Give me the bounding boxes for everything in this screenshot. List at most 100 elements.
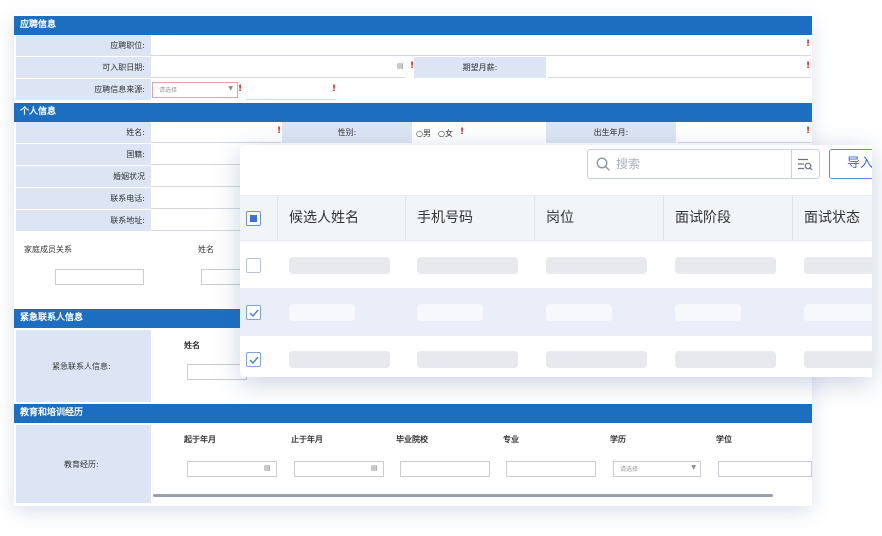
edu-end-date-input[interactable]: ▤ bbox=[294, 461, 384, 477]
edu-header-start: 起于年月 bbox=[184, 435, 216, 444]
table-row[interactable] bbox=[240, 336, 872, 377]
placeholder-cell bbox=[289, 351, 390, 368]
edu-education-select[interactable]: 请选择 ▼ bbox=[613, 461, 701, 477]
chevron-down-icon: ▼ bbox=[691, 464, 696, 471]
column-header-stage[interactable]: 面试阶段 bbox=[663, 196, 792, 240]
source-select[interactable]: 请选择 ▼ bbox=[152, 82, 238, 98]
placeholder-cell bbox=[417, 351, 518, 368]
search-input[interactable] bbox=[616, 155, 786, 173]
checkbox-check-icon bbox=[249, 356, 259, 365]
checkbox-check-icon bbox=[249, 309, 259, 318]
placeholder-cell bbox=[675, 257, 776, 274]
family-relation-header: 家庭成员关系 bbox=[24, 245, 72, 254]
phone-field[interactable] bbox=[151, 208, 251, 209]
education-label: 教育经历: bbox=[64, 460, 99, 469]
expected-salary-field[interactable] bbox=[548, 77, 811, 78]
required-mark: ! bbox=[806, 61, 811, 71]
section-header-personal: 个人信息 bbox=[14, 103, 812, 122]
gender-radio-female[interactable]: ○女 bbox=[438, 128, 453, 139]
start-date-label: 可入职日期: bbox=[16, 57, 151, 78]
filter-search-icon[interactable] bbox=[797, 156, 813, 172]
placeholder-cell bbox=[675, 351, 776, 368]
emergency-name-header: 姓名 bbox=[184, 341, 200, 350]
name-label: 姓名: bbox=[16, 122, 151, 143]
name-field[interactable] bbox=[151, 142, 281, 143]
table-row[interactable] bbox=[240, 289, 872, 336]
emergency-label: 紧急联系人信息: bbox=[52, 362, 111, 371]
phone-label: 联系电话: bbox=[16, 188, 151, 209]
column-header-position[interactable]: 岗位 bbox=[534, 196, 663, 240]
column-header-phone[interactable]: 手机号码 bbox=[405, 196, 534, 240]
birth-label: 出生年月: bbox=[546, 122, 676, 143]
table-header-row: 候选人姓名 手机号码 岗位 面试阶段 面试状态 bbox=[240, 195, 872, 241]
select-all-checkbox[interactable] bbox=[246, 211, 261, 226]
start-date-field[interactable] bbox=[151, 77, 405, 78]
nationality-field[interactable] bbox=[151, 164, 251, 165]
edu-header-degree: 学位 bbox=[716, 435, 732, 444]
row-checkbox[interactable] bbox=[246, 352, 261, 367]
required-mark: ! bbox=[238, 84, 243, 94]
section-header-application: 应聘信息 bbox=[14, 16, 812, 35]
chevron-down-icon: ▼ bbox=[228, 85, 233, 92]
source-underline bbox=[246, 99, 336, 100]
placeholder-cell bbox=[417, 304, 483, 321]
edu-education-placeholder: 请选择 bbox=[620, 466, 639, 473]
calendar-icon[interactable]: ▤ bbox=[264, 464, 271, 472]
family-name-input[interactable] bbox=[201, 269, 241, 285]
required-mark: ! bbox=[332, 84, 337, 94]
edu-school-input[interactable] bbox=[400, 461, 490, 477]
edu-header-school: 毕业院校 bbox=[396, 435, 428, 444]
gender-label: 性别: bbox=[282, 122, 412, 143]
placeholder-cell bbox=[289, 257, 390, 274]
placeholder-cell bbox=[546, 351, 647, 368]
search-box[interactable] bbox=[587, 149, 820, 179]
edu-header-end: 止于年月 bbox=[291, 435, 323, 444]
placeholder-cell bbox=[804, 304, 872, 321]
calendar-icon[interactable]: ▤ bbox=[397, 62, 404, 70]
marital-label: 婚姻状况 bbox=[16, 166, 151, 187]
table-row[interactable] bbox=[240, 242, 872, 289]
source-select-placeholder: 请选择 bbox=[159, 87, 178, 94]
edu-degree-input[interactable] bbox=[718, 461, 812, 477]
row-checkbox[interactable] bbox=[246, 305, 261, 320]
row-checkbox[interactable] bbox=[246, 258, 261, 273]
placeholder-cell bbox=[289, 304, 355, 321]
source-label: 应聘信息来源: bbox=[16, 79, 151, 100]
marital-field[interactable] bbox=[151, 186, 251, 187]
search-icon bbox=[596, 157, 610, 171]
placeholder-cell bbox=[804, 257, 872, 274]
section-header-education: 教育和培训经历 bbox=[14, 404, 812, 423]
calendar-icon[interactable]: ▤ bbox=[371, 464, 378, 472]
position-field[interactable] bbox=[151, 55, 811, 56]
required-mark: ! bbox=[806, 39, 811, 49]
nationality-label: 国籍: bbox=[16, 144, 151, 165]
edu-header-major: 专业 bbox=[503, 435, 519, 444]
horizontal-scrollbar[interactable] bbox=[153, 494, 773, 497]
column-header-status[interactable]: 面试状态 bbox=[792, 196, 872, 240]
birth-field[interactable] bbox=[678, 142, 811, 143]
gender-radio-male[interactable]: ○男 bbox=[416, 128, 431, 139]
family-name-header: 姓名 bbox=[198, 245, 214, 254]
required-mark: ! bbox=[460, 127, 465, 137]
edu-header-education: 学历 bbox=[610, 435, 626, 444]
position-label: 应聘职位: bbox=[16, 35, 151, 56]
family-relation-input[interactable] bbox=[55, 269, 144, 285]
placeholder-cell bbox=[546, 304, 612, 321]
address-field[interactable] bbox=[151, 230, 251, 231]
placeholder-cell bbox=[804, 351, 872, 368]
edu-start-date-input[interactable]: ▤ bbox=[187, 461, 277, 477]
expected-salary-label: 期望月薪: bbox=[414, 57, 546, 78]
search-divider bbox=[791, 150, 792, 178]
candidate-table-card: 导入 候选人姓名 手机号码 岗位 面试阶段 面试状态 bbox=[240, 145, 872, 377]
address-label: 联系地址: bbox=[16, 210, 151, 231]
checkbox-partial-icon bbox=[250, 215, 257, 222]
required-mark: ! bbox=[277, 126, 282, 136]
edu-major-input[interactable] bbox=[506, 461, 596, 477]
placeholder-cell bbox=[546, 257, 647, 274]
emergency-name-input[interactable] bbox=[187, 364, 247, 380]
column-header-name[interactable]: 候选人姓名 bbox=[277, 196, 406, 240]
required-mark: ! bbox=[806, 126, 811, 136]
import-button[interactable]: 导入 bbox=[829, 149, 872, 179]
placeholder-cell bbox=[675, 304, 741, 321]
placeholder-cell bbox=[417, 257, 518, 274]
